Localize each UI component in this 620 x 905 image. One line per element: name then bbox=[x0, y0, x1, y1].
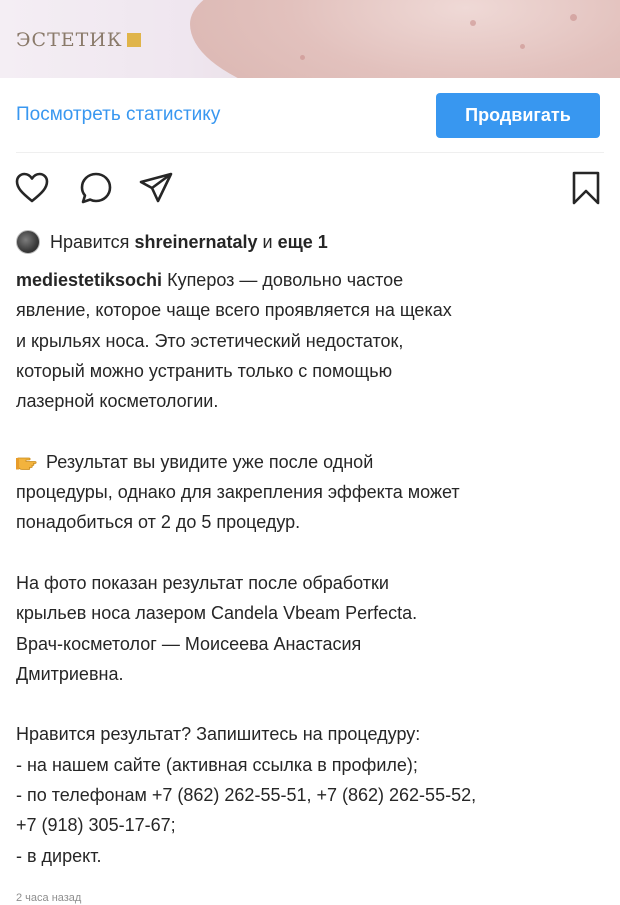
caption-line: - по телефонам +7 (862) 262-55-51, +7 (8… bbox=[16, 785, 477, 806]
caption-line: На фото показан результат после обработк… bbox=[16, 572, 389, 593]
caption-line: +7 (918) 305-17-67; bbox=[16, 815, 176, 836]
divider bbox=[16, 152, 604, 153]
heart-icon[interactable] bbox=[14, 170, 50, 206]
brand-logo-mark bbox=[126, 33, 141, 47]
caption-line: и крыльях носа. Это эстетический недоста… bbox=[16, 330, 404, 351]
caption-text: Купероз — довольно частое bbox=[167, 270, 404, 290]
likes-prefix: Нравится bbox=[50, 231, 130, 252]
caption-username[interactable]: mediestetiksochi bbox=[16, 270, 162, 290]
caption-line: - в директ. bbox=[16, 845, 102, 866]
caption-line: Врач-косметолог — Моисеева Анастасия bbox=[16, 633, 362, 654]
avatar[interactable] bbox=[16, 230, 40, 254]
liker-username[interactable]: shreinernataly bbox=[134, 232, 257, 253]
post-photo[interactable]: ЭСТЕТИК bbox=[0, 0, 620, 78]
insights-bar: Посмотреть статистику Продвигать bbox=[16, 92, 600, 138]
caption-line: крыльев носа лазером Candela Vbeam Perfe… bbox=[16, 603, 418, 624]
pointing-hand-icon bbox=[16, 449, 40, 471]
action-bar bbox=[14, 170, 604, 206]
caption-text: Результат вы увидите уже после одной bbox=[46, 451, 374, 472]
photo-detail bbox=[520, 44, 525, 49]
brand-logo-text: ЭСТЕТИК bbox=[16, 29, 123, 51]
share-icon[interactable] bbox=[138, 170, 174, 206]
caption-line: понадобиться от 2 до 5 процедур. bbox=[16, 512, 301, 533]
photo-detail bbox=[570, 14, 577, 21]
caption-line: - на нашем сайте (активная ссылка в проф… bbox=[16, 754, 418, 775]
caption-line: явление, которое чаще всего проявляется … bbox=[16, 300, 452, 321]
brand-logo: ЭСТЕТИК bbox=[16, 28, 141, 52]
caption-line: процедуры, однако для закрепления эффект… bbox=[16, 482, 460, 503]
likes-others[interactable]: еще 1 bbox=[278, 232, 328, 253]
caption-first-line: mediestetiksochi Купероз — довольно част… bbox=[16, 265, 606, 295]
caption-line: Нравится результат? Запишитесь на процед… bbox=[16, 724, 421, 745]
photo-detail bbox=[470, 20, 476, 26]
caption-line: который можно устранить только с помощью bbox=[16, 360, 393, 381]
likes-connector: и bbox=[262, 231, 273, 252]
photo-detail bbox=[300, 55, 305, 60]
comment-icon[interactable] bbox=[78, 170, 114, 206]
view-insights-link[interactable]: Посмотреть статистику bbox=[16, 104, 220, 126]
photo-skin-area bbox=[190, 0, 620, 78]
promote-button[interactable]: Продвигать bbox=[436, 92, 600, 138]
caption-line: Дмитриевна. bbox=[16, 663, 124, 684]
likes-summary[interactable]: Нравится shreinernataly и еще 1 bbox=[16, 228, 333, 256]
bookmark-icon[interactable] bbox=[568, 170, 604, 206]
caption-line: лазерной косметологии. bbox=[16, 391, 219, 412]
post-caption: mediestetiksochi Купероз — довольно част… bbox=[16, 265, 606, 871]
caption-line-with-emoji: Результат вы увидите уже после одной bbox=[16, 447, 606, 477]
post-timestamp: 2 часа назад bbox=[16, 892, 82, 904]
